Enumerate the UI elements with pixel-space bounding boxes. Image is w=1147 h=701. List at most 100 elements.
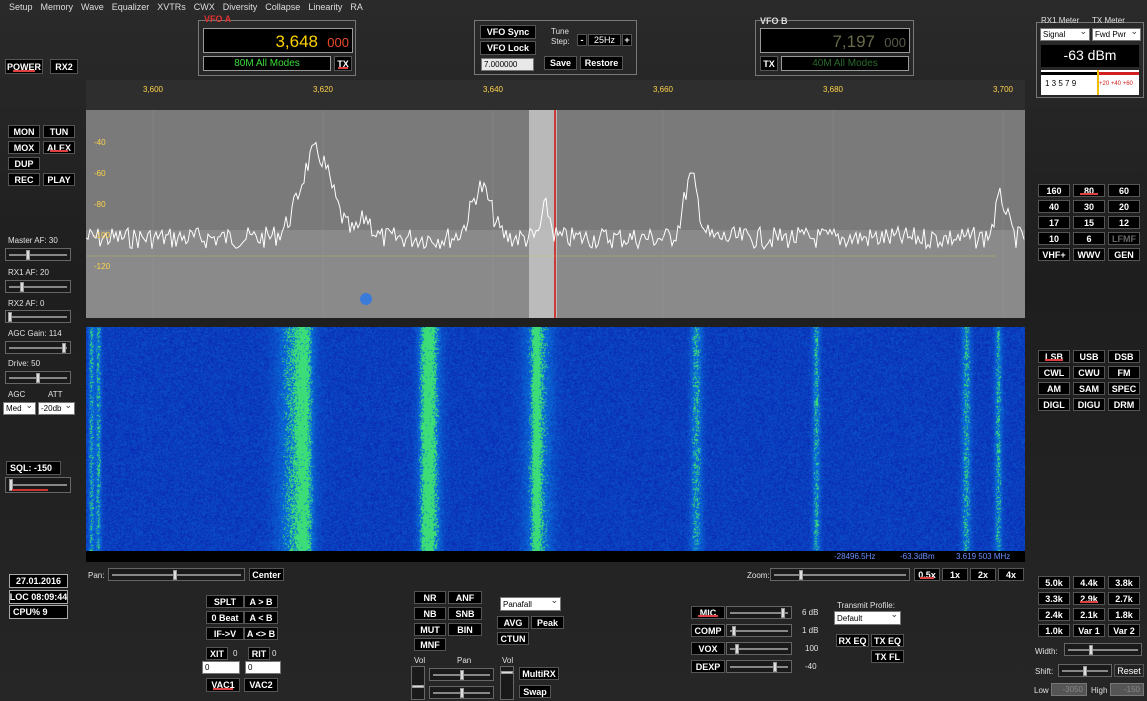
rit-input[interactable]: 0 [245, 661, 281, 674]
mnf-button[interactable]: MNF [414, 638, 446, 651]
rx-pan-slider-2[interactable] [429, 686, 494, 699]
save-button[interactable]: Save [544, 56, 577, 70]
xit-button[interactable]: XIT [206, 647, 228, 660]
restore-button[interactable]: Restore [580, 56, 623, 70]
step-down-button[interactable]: - [577, 34, 587, 46]
band-button-40[interactable]: 40 [1038, 200, 1070, 213]
zoom-4x-button[interactable]: 4x [998, 568, 1024, 581]
zero-beat-button[interactable]: 0 Beat [206, 611, 244, 624]
pan-center-button[interactable]: Center [249, 568, 284, 581]
sql-slider[interactable] [5, 477, 71, 493]
avg-button[interactable]: AVG [497, 616, 529, 629]
rx-eq-button[interactable]: RX EQ [836, 634, 869, 647]
vfo-lock-button[interactable]: VFO Lock [480, 41, 536, 55]
rx2-volume-slider[interactable] [500, 666, 514, 700]
vfo-a-tx-button[interactable]: TX [334, 56, 352, 71]
band-button-10[interactable]: 10 [1038, 232, 1070, 245]
waterfall-display[interactable] [86, 327, 1025, 551]
multirx-button[interactable]: MultiRX [519, 667, 559, 680]
menu-linearity[interactable]: Linearity [305, 0, 347, 15]
mon-button[interactable]: MON [8, 125, 40, 138]
att-select[interactable]: -20db [38, 400, 75, 415]
transmit-profile-select[interactable]: Default [834, 609, 901, 625]
vfo-b-tx-button[interactable]: TX [760, 56, 778, 71]
zoom-slider[interactable] [770, 568, 910, 581]
dexp-button[interactable]: DEXP [691, 660, 725, 673]
menu-cwx[interactable]: CWX [191, 0, 220, 15]
band-button-17[interactable]: 17 [1038, 216, 1070, 229]
anf-button[interactable]: ANF [448, 591, 482, 604]
menu-diversity[interactable]: Diversity [220, 0, 263, 15]
filter-button-2-1k[interactable]: 2.1k [1073, 608, 1105, 621]
menu-collapse[interactable]: Collapse [262, 0, 305, 15]
agc-gain-slider[interactable] [5, 341, 71, 354]
shift-reset-button[interactable]: Reset [1114, 664, 1144, 677]
filter-button-3-3k[interactable]: 3.3k [1038, 592, 1070, 605]
filter-button-5-0k[interactable]: 5.0k [1038, 576, 1070, 589]
xit-input[interactable]: 0 [202, 661, 240, 674]
filter-button-var-1[interactable]: Var 1 [1073, 624, 1105, 637]
mic-slider[interactable] [726, 606, 792, 619]
shift-slider[interactable] [1058, 664, 1112, 677]
high-input[interactable]: -150 [1110, 683, 1144, 696]
band-button-6[interactable]: 6 [1073, 232, 1105, 245]
filter-button-2-4k[interactable]: 2.4k [1038, 608, 1070, 621]
rx2-af-slider[interactable] [5, 310, 71, 323]
b-to-a-button[interactable]: A < B [244, 611, 278, 624]
mode-button-digu[interactable]: DIGU [1073, 398, 1105, 411]
dup-button[interactable]: DUP [8, 157, 40, 170]
vox-slider[interactable] [726, 642, 792, 655]
agc-select[interactable]: Med [3, 400, 36, 415]
band-button-wwv[interactable]: WWV [1073, 248, 1105, 261]
rx-pan-slider-1[interactable] [429, 668, 494, 681]
tun-button[interactable]: TUN [43, 125, 75, 138]
band-button-gen[interactable]: GEN [1108, 248, 1140, 261]
band-button-20[interactable]: 20 [1108, 200, 1140, 213]
rec-button[interactable]: REC [8, 173, 40, 186]
tx-meter-select[interactable]: Fwd Pwr [1092, 26, 1141, 41]
master-af-slider[interactable] [5, 248, 71, 261]
mic-button[interactable]: MIC [691, 606, 725, 619]
dexp-slider[interactable] [726, 660, 792, 673]
filter-button-3-8k[interactable]: 3.8k [1108, 576, 1140, 589]
alex-button[interactable]: ALEX [43, 141, 75, 154]
mode-button-dsb[interactable]: DSB [1108, 350, 1140, 363]
width-slider[interactable] [1064, 643, 1142, 656]
rx-volume-slider[interactable] [411, 666, 425, 700]
step-up-button[interactable]: + [622, 34, 632, 46]
notch-marker[interactable] [360, 293, 372, 305]
mode-button-lsb[interactable]: LSB [1038, 350, 1070, 363]
mode-button-drm[interactable]: DRM [1108, 398, 1140, 411]
display-mode-select[interactable]: Panafall [500, 595, 561, 611]
pan-slider[interactable] [108, 568, 245, 581]
band-button-160[interactable]: 160 [1038, 184, 1070, 197]
band-button-30[interactable]: 30 [1073, 200, 1105, 213]
low-input[interactable]: -3050 [1051, 683, 1087, 696]
drive-slider[interactable] [5, 371, 71, 384]
band-button-60[interactable]: 60 [1108, 184, 1140, 197]
zoom-1x-button[interactable]: 1x [942, 568, 968, 581]
filter-button-1-8k[interactable]: 1.8k [1108, 608, 1140, 621]
zoom-05x-button[interactable]: 0.5x [914, 568, 940, 581]
filter-button-4-4k[interactable]: 4.4k [1073, 576, 1105, 589]
zoom-2x-button[interactable]: 2x [970, 568, 996, 581]
mode-button-fm[interactable]: FM [1108, 366, 1140, 379]
peak-button[interactable]: Peak [531, 616, 564, 629]
nb-button[interactable]: NB [414, 607, 446, 620]
mode-button-am[interactable]: AM [1038, 382, 1070, 395]
vfo-swap-button[interactable]: A <> B [244, 627, 278, 640]
menu-wave[interactable]: Wave [78, 0, 109, 15]
bin-button[interactable]: BIN [448, 623, 482, 636]
panadapter-display[interactable]: 3,600 3,620 3,640 3,660 3,680 3,700 -40 -60 -80… [86, 80, 1025, 318]
play-button[interactable]: PLAY [43, 173, 75, 186]
band-button-80[interactable]: 80 [1073, 184, 1105, 197]
tx-fl-button[interactable]: TX FL [871, 650, 904, 663]
mode-button-digl[interactable]: DIGL [1038, 398, 1070, 411]
if-to-v-button[interactable]: IF->V [206, 627, 244, 640]
menu-xvtrs[interactable]: XVTRs [154, 0, 191, 15]
sql-button[interactable]: SQL: -150 [6, 461, 61, 475]
mut-button[interactable]: MUT [414, 623, 446, 636]
filter-button-var-2[interactable]: Var 2 [1108, 624, 1140, 637]
vfo-sync-button[interactable]: VFO Sync [480, 25, 536, 39]
rit-button[interactable]: RIT [248, 647, 270, 660]
